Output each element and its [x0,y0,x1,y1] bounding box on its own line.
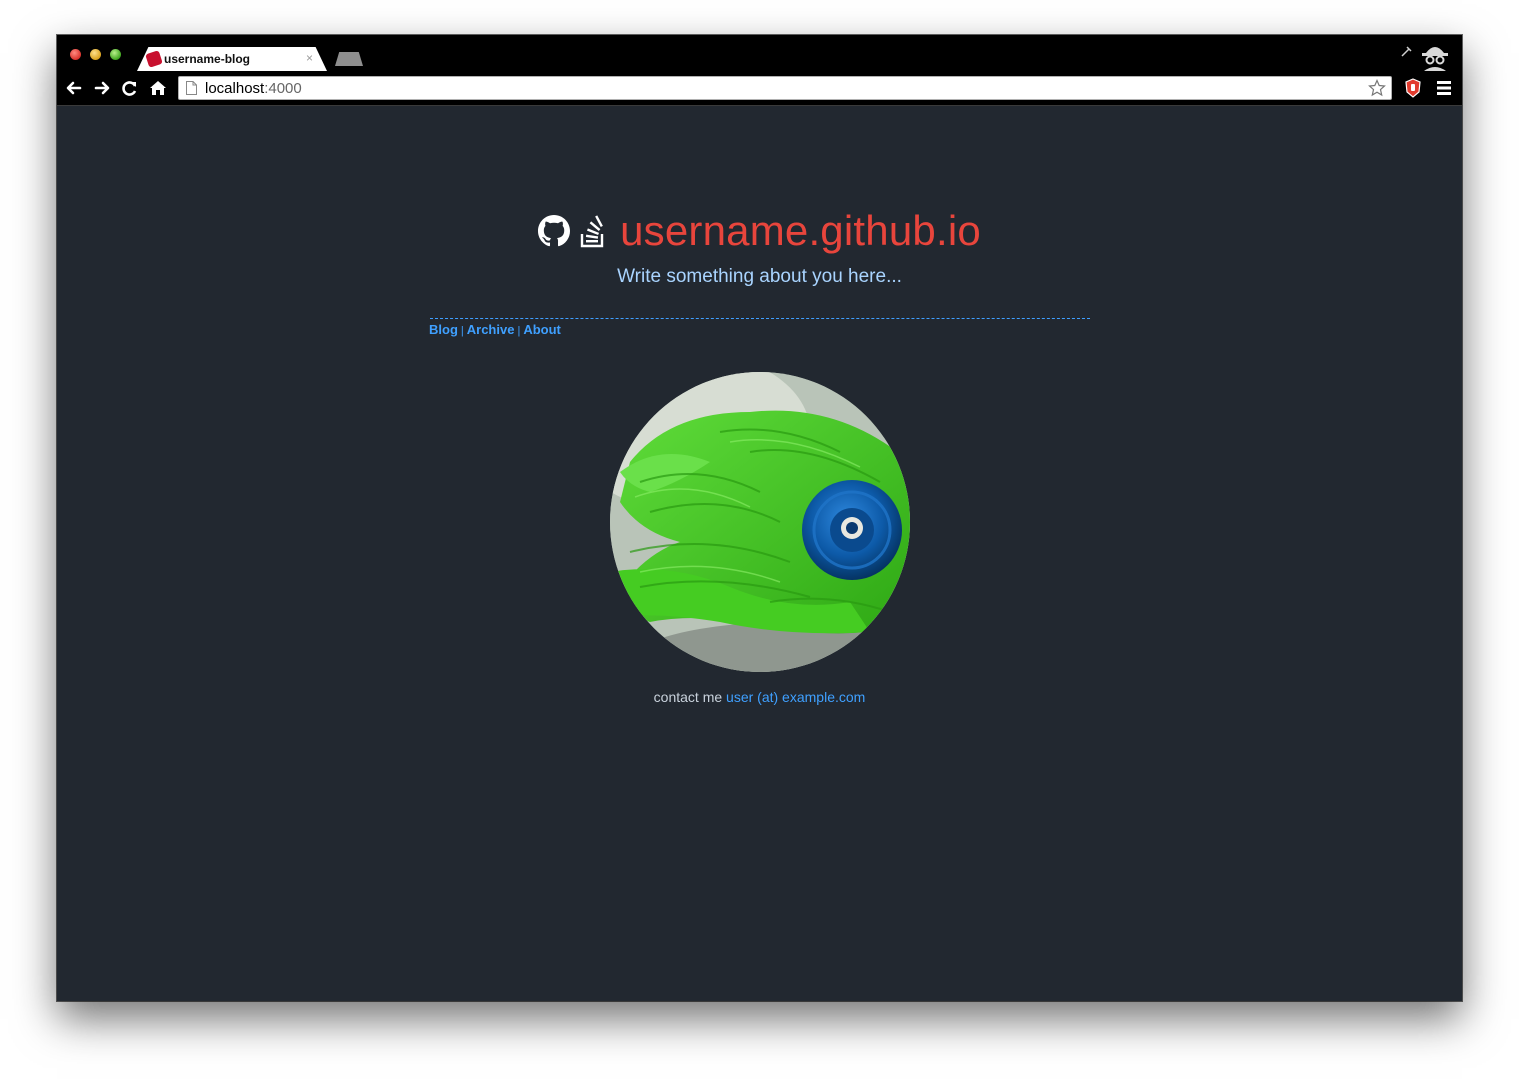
nav-separator: | [460,325,464,337]
url-port: :4000 [264,80,302,97]
contact-line: contact me user (at) example.com [57,689,1462,705]
yarn-yoyo-picture [610,372,910,672]
tab-title: username-blog [164,52,251,66]
minimize-window-button[interactable] [90,49,101,60]
site-nav: Blog | Archive | About [429,322,561,337]
url-text: localhost:4000 [205,80,302,97]
nav-link-blog[interactable]: Blog [429,322,458,337]
github-icon[interactable] [538,215,571,247]
forward-arrow-icon[interactable] [92,78,112,98]
hamburger-menu-icon[interactable] [1437,80,1451,96]
favicon-icon [145,50,163,68]
nav-link-archive[interactable]: Archive [467,322,515,337]
home-icon[interactable] [148,78,168,98]
pin-icon [1401,46,1412,57]
nav-divider [430,318,1090,319]
new-tab-button[interactable] [335,52,363,66]
page-content: username.github.io Write something about… [57,106,1462,1001]
site-header: username.github.io [57,207,1462,257]
tab-active[interactable]: username-blog × [137,47,327,71]
nav-link-about[interactable]: About [523,322,561,337]
reload-icon[interactable] [120,78,140,98]
browser-window: username-blog × localhost:4000 username.… [57,35,1462,1001]
browser-toolbar: localhost:4000 [57,71,1462,106]
page-icon [186,81,197,95]
site-title-link[interactable]: username.github.io [620,207,981,255]
back-arrow-icon[interactable] [64,78,84,98]
extension-icon[interactable] [1403,78,1423,98]
site-tagline: Write something about you here... [617,266,902,287]
tab-close-icon[interactable]: × [306,51,313,65]
url-host: localhost [205,80,265,97]
close-window-button[interactable] [70,49,81,60]
tab-strip: username-blog × [57,35,1462,71]
contact-prefix: contact me [653,689,723,705]
contact-email-link[interactable]: user (at) example.com [726,689,865,705]
zoom-window-button[interactable] [110,49,121,60]
address-bar[interactable]: localhost:4000 [178,76,1392,100]
stackoverflow-icon[interactable] [580,214,606,248]
star-icon[interactable] [1368,79,1386,97]
incognito-icon [1422,47,1448,71]
nav-separator: | [517,325,521,337]
avatar-image [610,372,910,672]
